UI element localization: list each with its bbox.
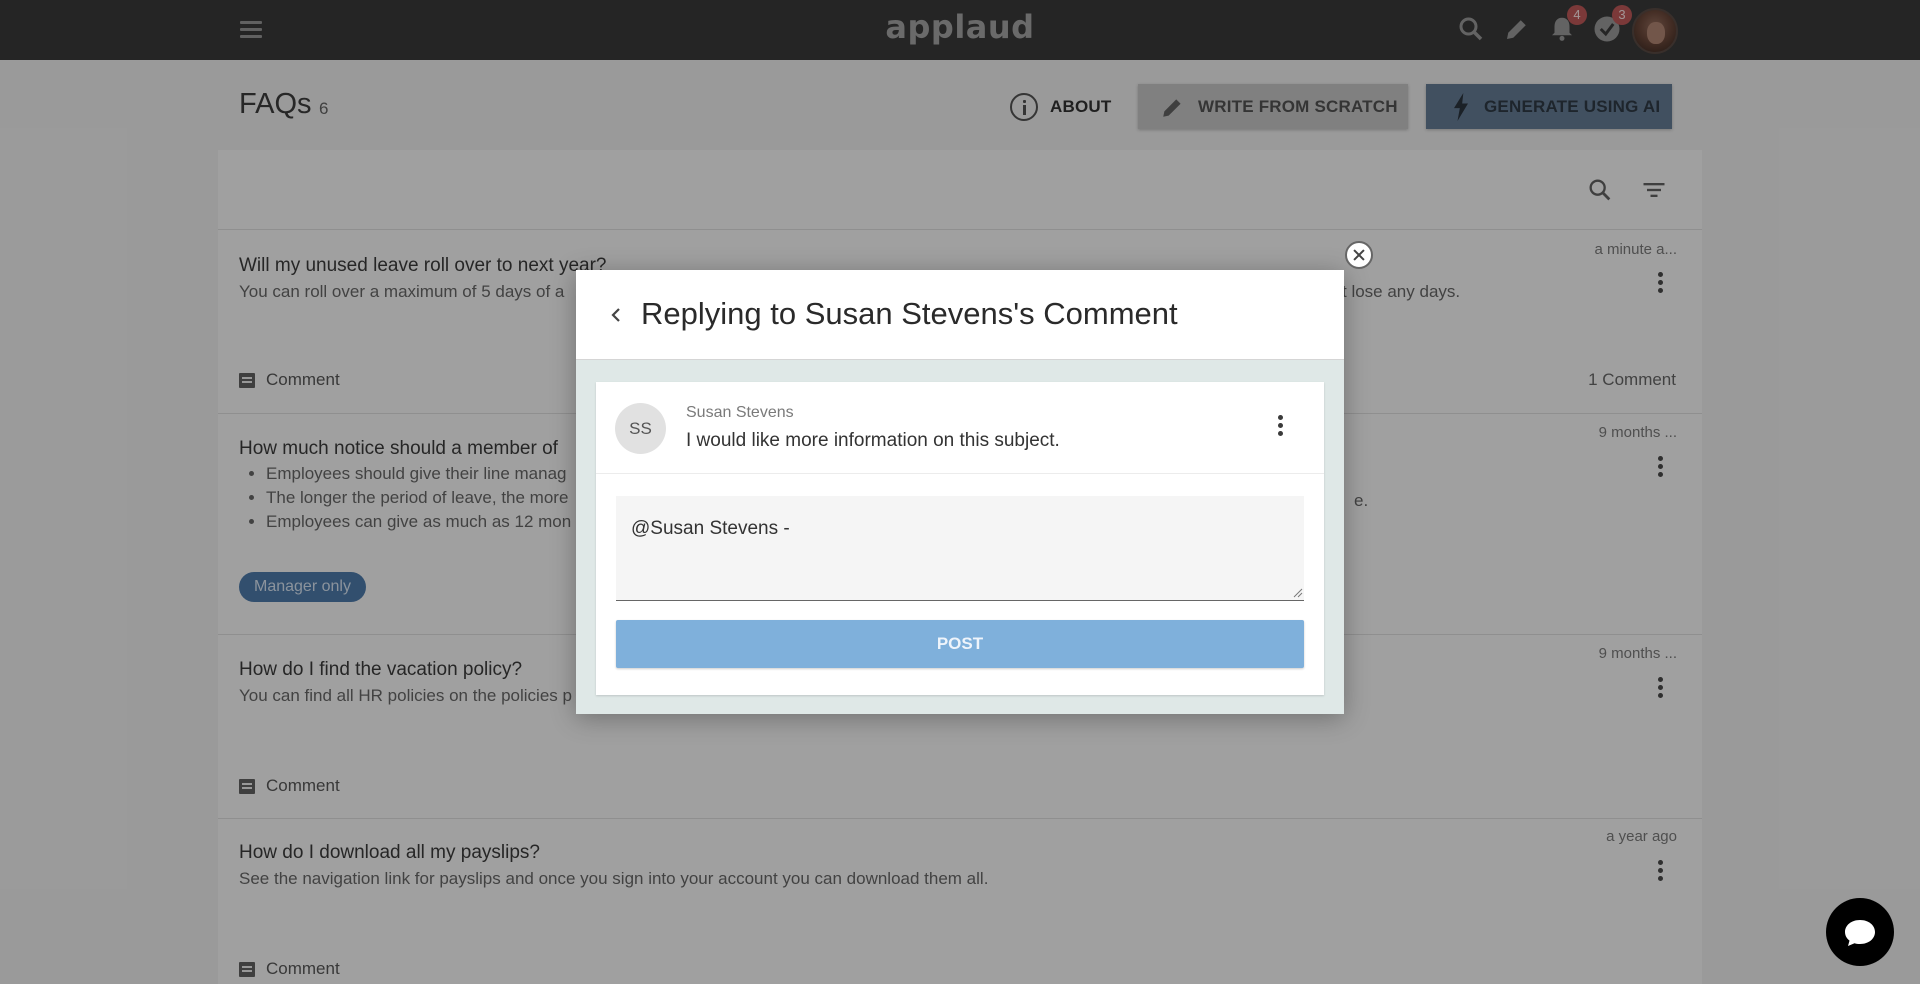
resize-grip-icon[interactable] [1293, 588, 1303, 598]
close-icon[interactable] [1345, 241, 1373, 269]
more-options-icon[interactable] [1278, 415, 1284, 439]
reply-modal: Replying to Susan Stevens's Comment SS S… [576, 270, 1344, 714]
comment-text: I would like more information on this su… [686, 430, 1060, 451]
commenter-avatar: SS [615, 403, 666, 454]
chat-button[interactable] [1826, 898, 1894, 966]
comment-author: Susan Stevens [686, 404, 794, 421]
modal-header: Replying to Susan Stevens's Comment [576, 270, 1344, 360]
modal-title: Replying to Susan Stevens's Comment [641, 296, 1178, 331]
post-button[interactable]: POST [616, 620, 1304, 668]
back-chevron-icon[interactable] [606, 302, 626, 328]
chat-bubble-icon [1845, 920, 1875, 946]
reply-card: SS Susan Stevens I would like more infor… [596, 382, 1324, 695]
original-comment: SS Susan Stevens I would like more infor… [596, 382, 1324, 474]
reply-textarea[interactable] [616, 496, 1304, 601]
